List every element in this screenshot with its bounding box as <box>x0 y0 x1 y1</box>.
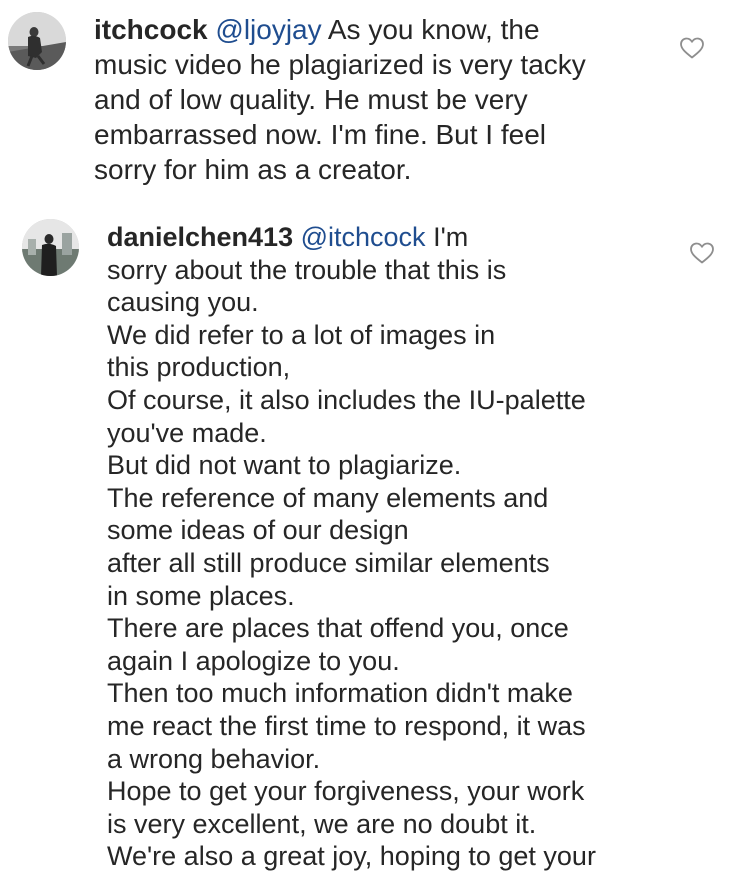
comment-line-text: I'm <box>433 222 469 252</box>
comment-line: But did not want to plagiarize. <box>107 450 462 481</box>
comment-text: danielchen413 @itchcock I'm sorry about … <box>107 221 596 873</box>
comment-mention[interactable]: @ljoyjay <box>215 14 321 45</box>
comment-line: a wrong behavior. <box>107 743 321 774</box>
comment-line: itchcock @ljoyjay As you know, the <box>94 12 586 47</box>
comment-username[interactable]: danielchen413 <box>107 222 293 252</box>
comment-line: sorry for him as a creator. <box>94 154 412 185</box>
comment-line: Hope to get your forgiveness, your work <box>107 776 585 807</box>
comment-line: this production, <box>107 352 291 383</box>
comment-line: in some places. <box>107 580 295 611</box>
comment-line: We did refer to a lot of images in <box>107 319 496 350</box>
comment-line: We're also a great joy, hoping to get yo… <box>107 841 596 872</box>
comment-line: Then too much information didn't make <box>107 678 573 709</box>
comment-line: music video he plagiarized is very tacky <box>94 49 586 80</box>
comment-line: you've made. <box>107 417 267 448</box>
comment-line: after all still produce similar elements <box>107 547 550 578</box>
avatar-photo <box>8 12 66 70</box>
comment-line: The reference of many elements and <box>107 482 549 513</box>
comment-text: itchcock @ljoyjay As you know, the music… <box>94 12 586 187</box>
comment-line-text: As you know, the <box>327 14 540 45</box>
comment-line: danielchen413 @itchcock I'm <box>107 221 596 254</box>
comment-line: sorry about the trouble that this is <box>107 254 507 285</box>
like-button[interactable] <box>679 36 705 60</box>
comment-line: Of course, it also includes the IU-palet… <box>107 384 586 415</box>
avatar[interactable] <box>8 12 66 70</box>
heart-outline-icon <box>690 242 714 264</box>
comment-username[interactable]: itchcock <box>94 14 208 45</box>
heart-outline-icon <box>680 37 704 59</box>
comment-item: itchcock @ljoyjay As you know, the music… <box>0 0 747 200</box>
comment-line: embarrassed now. I'm fine. But I feel <box>94 119 547 150</box>
comment-line: some ideas of our design <box>107 515 409 546</box>
comment-line: again I apologize to you. <box>107 645 400 676</box>
comment-item: danielchen413 @itchcock I'm sorry about … <box>0 205 747 871</box>
comment-line: is very excellent, we are no doubt it. <box>107 808 537 839</box>
comment-line: causing you. <box>107 287 259 318</box>
comment-mention[interactable]: @itchcock <box>301 222 426 252</box>
comment-line: There are places that offend you, once <box>107 613 569 644</box>
comment-line: and of low quality. He must be very <box>94 84 528 115</box>
avatar[interactable] <box>22 219 79 276</box>
comment-line: me react the first time to respond, it w… <box>107 710 586 741</box>
avatar-photo <box>22 219 79 276</box>
like-button[interactable] <box>689 241 715 265</box>
